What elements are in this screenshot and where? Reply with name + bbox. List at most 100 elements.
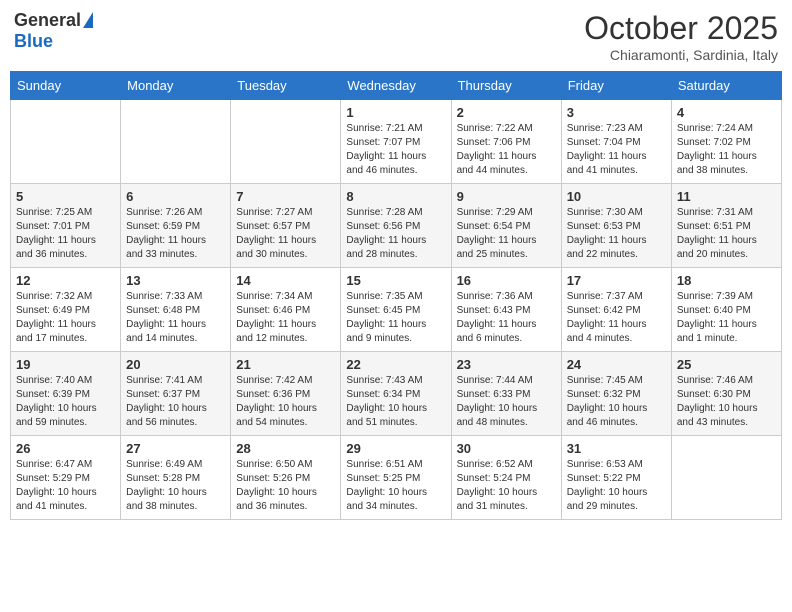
calendar-cell [231, 100, 341, 184]
calendar-cell: 3 Sunrise: 7:23 AM Sunset: 7:04 PM Daylig… [561, 100, 671, 184]
calendar-cell: 6 Sunrise: 7:26 AM Sunset: 6:59 PM Daylig… [121, 184, 231, 268]
calendar-cell: 19 Sunrise: 7:40 AM Sunset: 6:39 PM Dayli… [11, 352, 121, 436]
calendar-cell: 15 Sunrise: 7:35 AM Sunset: 6:45 PM Dayli… [341, 268, 451, 352]
calendar-cell: 18 Sunrise: 7:39 AM Sunset: 6:40 PM Dayli… [671, 268, 781, 352]
calendar-cell: 28 Sunrise: 6:50 AM Sunset: 5:26 PM Dayli… [231, 436, 341, 520]
day-info: Sunrise: 6:49 AM Sunset: 5:28 PM Dayligh… [126, 458, 225, 514]
weekday-header-monday: Monday [121, 72, 231, 100]
calendar-table: SundayMondayTuesdayWednesdayThursdayFrid… [10, 71, 782, 520]
day-number: 3 [567, 105, 666, 120]
calendar-cell: 8 Sunrise: 7:28 AM Sunset: 6:56 PM Daylig… [341, 184, 451, 268]
calendar-cell: 13 Sunrise: 7:33 AM Sunset: 6:48 PM Dayli… [121, 268, 231, 352]
day-info: Sunrise: 7:39 AM Sunset: 6:40 PM Dayligh… [677, 290, 776, 346]
day-info: Sunrise: 7:36 AM Sunset: 6:43 PM Dayligh… [457, 290, 556, 346]
day-number: 10 [567, 189, 666, 204]
day-number: 22 [346, 357, 445, 372]
day-info: Sunrise: 7:23 AM Sunset: 7:04 PM Dayligh… [567, 122, 666, 178]
day-info: Sunrise: 7:45 AM Sunset: 6:32 PM Dayligh… [567, 374, 666, 430]
weekday-header-wednesday: Wednesday [341, 72, 451, 100]
day-info: Sunrise: 6:51 AM Sunset: 5:25 PM Dayligh… [346, 458, 445, 514]
day-info: Sunrise: 7:27 AM Sunset: 6:57 PM Dayligh… [236, 206, 335, 262]
day-info: Sunrise: 7:33 AM Sunset: 6:48 PM Dayligh… [126, 290, 225, 346]
calendar-cell: 1Sunrise: 7:21 AM Sunset: 7:07 PM Daylig… [341, 100, 451, 184]
day-info: Sunrise: 6:53 AM Sunset: 5:22 PM Dayligh… [567, 458, 666, 514]
day-number: 29 [346, 441, 445, 456]
calendar-cell: 11 Sunrise: 7:31 AM Sunset: 6:51 PM Dayli… [671, 184, 781, 268]
logo-triangle-icon [83, 12, 93, 28]
day-info: Sunrise: 6:52 AM Sunset: 5:24 PM Dayligh… [457, 458, 556, 514]
day-info: Sunrise: 6:47 AM Sunset: 5:29 PM Dayligh… [16, 458, 115, 514]
day-info: Sunrise: 6:50 AM Sunset: 5:26 PM Dayligh… [236, 458, 335, 514]
day-info: Sunrise: 7:37 AM Sunset: 6:42 PM Dayligh… [567, 290, 666, 346]
calendar-cell: 2 Sunrise: 7:22 AM Sunset: 7:06 PM Daylig… [451, 100, 561, 184]
calendar-cell: 17 Sunrise: 7:37 AM Sunset: 6:42 PM Dayli… [561, 268, 671, 352]
calendar-cell: 9Sunrise: 7:29 AM Sunset: 6:54 PM Daylig… [451, 184, 561, 268]
day-info: Sunrise: 7:46 AM Sunset: 6:30 PM Dayligh… [677, 374, 776, 430]
day-info: Sunrise: 7:30 AM Sunset: 6:53 PM Dayligh… [567, 206, 666, 262]
day-number: 13 [126, 273, 225, 288]
day-info: Sunrise: 7:31 AM Sunset: 6:51 PM Dayligh… [677, 206, 776, 262]
calendar-week-row: 1Sunrise: 7:21 AM Sunset: 7:07 PM Daylig… [11, 100, 782, 184]
day-number: 26 [16, 441, 115, 456]
day-number: 28 [236, 441, 335, 456]
calendar-cell: 29 Sunrise: 6:51 AM Sunset: 5:25 PM Dayli… [341, 436, 451, 520]
calendar-cell: 24 Sunrise: 7:45 AM Sunset: 6:32 PM Dayli… [561, 352, 671, 436]
day-number: 1 [346, 105, 445, 120]
day-info: Sunrise: 7:26 AM Sunset: 6:59 PM Dayligh… [126, 206, 225, 262]
day-number: 27 [126, 441, 225, 456]
day-info: Sunrise: 7:40 AM Sunset: 6:39 PM Dayligh… [16, 374, 115, 430]
month-title: October 2025 [584, 10, 778, 47]
day-number: 2 [457, 105, 556, 120]
weekday-header-sunday: Sunday [11, 72, 121, 100]
location-subtitle: Chiaramonti, Sardinia, Italy [584, 47, 778, 63]
calendar-cell: 23Sunrise: 7:44 AM Sunset: 6:33 PM Dayli… [451, 352, 561, 436]
day-number: 25 [677, 357, 776, 372]
calendar-cell: 20Sunrise: 7:41 AM Sunset: 6:37 PM Dayli… [121, 352, 231, 436]
calendar-cell: 10 Sunrise: 7:30 AM Sunset: 6:53 PM Dayli… [561, 184, 671, 268]
calendar-cell [11, 100, 121, 184]
calendar-cell [121, 100, 231, 184]
calendar-week-row: 5Sunrise: 7:25 AM Sunset: 7:01 PM Daylig… [11, 184, 782, 268]
weekday-header-row: SundayMondayTuesdayWednesdayThursdayFrid… [11, 72, 782, 100]
day-number: 19 [16, 357, 115, 372]
day-info: Sunrise: 7:35 AM Sunset: 6:45 PM Dayligh… [346, 290, 445, 346]
calendar-cell: 5Sunrise: 7:25 AM Sunset: 7:01 PM Daylig… [11, 184, 121, 268]
day-number: 15 [346, 273, 445, 288]
weekday-header-saturday: Saturday [671, 72, 781, 100]
page-header: General Blue October 2025 Chiaramonti, S… [10, 10, 782, 63]
day-number: 17 [567, 273, 666, 288]
day-number: 24 [567, 357, 666, 372]
day-info: Sunrise: 7:42 AM Sunset: 6:36 PM Dayligh… [236, 374, 335, 430]
day-info: Sunrise: 7:32 AM Sunset: 6:49 PM Dayligh… [16, 290, 115, 346]
weekday-header-thursday: Thursday [451, 72, 561, 100]
day-number: 6 [126, 189, 225, 204]
day-number: 7 [236, 189, 335, 204]
calendar-cell: 27 Sunrise: 6:49 AM Sunset: 5:28 PM Dayli… [121, 436, 231, 520]
day-number: 23 [457, 357, 556, 372]
calendar-cell: 31Sunrise: 6:53 AM Sunset: 5:22 PM Dayli… [561, 436, 671, 520]
day-number: 30 [457, 441, 556, 456]
day-info: Sunrise: 7:25 AM Sunset: 7:01 PM Dayligh… [16, 206, 115, 262]
day-number: 11 [677, 189, 776, 204]
day-info: Sunrise: 7:28 AM Sunset: 6:56 PM Dayligh… [346, 206, 445, 262]
title-section: October 2025 Chiaramonti, Sardinia, Ital… [584, 10, 778, 63]
calendar-cell [671, 436, 781, 520]
calendar-cell: 7 Sunrise: 7:27 AM Sunset: 6:57 PM Daylig… [231, 184, 341, 268]
calendar-week-row: 26 Sunrise: 6:47 AM Sunset: 5:29 PM Dayli… [11, 436, 782, 520]
calendar-cell: 16Sunrise: 7:36 AM Sunset: 6:43 PM Dayli… [451, 268, 561, 352]
day-number: 20 [126, 357, 225, 372]
weekday-header-tuesday: Tuesday [231, 72, 341, 100]
day-number: 18 [677, 273, 776, 288]
day-info: Sunrise: 7:22 AM Sunset: 7:06 PM Dayligh… [457, 122, 556, 178]
day-info: Sunrise: 7:24 AM Sunset: 7:02 PM Dayligh… [677, 122, 776, 178]
logo: General Blue [14, 10, 93, 52]
calendar-cell: 30 Sunrise: 6:52 AM Sunset: 5:24 PM Dayli… [451, 436, 561, 520]
day-number: 8 [346, 189, 445, 204]
calendar-cell: 21 Sunrise: 7:42 AM Sunset: 6:36 PM Dayli… [231, 352, 341, 436]
day-info: Sunrise: 7:43 AM Sunset: 6:34 PM Dayligh… [346, 374, 445, 430]
day-number: 21 [236, 357, 335, 372]
calendar-cell: 25 Sunrise: 7:46 AM Sunset: 6:30 PM Dayli… [671, 352, 781, 436]
day-info: Sunrise: 7:34 AM Sunset: 6:46 PM Dayligh… [236, 290, 335, 346]
calendar-cell: 14Sunrise: 7:34 AM Sunset: 6:46 PM Dayli… [231, 268, 341, 352]
day-number: 9 [457, 189, 556, 204]
